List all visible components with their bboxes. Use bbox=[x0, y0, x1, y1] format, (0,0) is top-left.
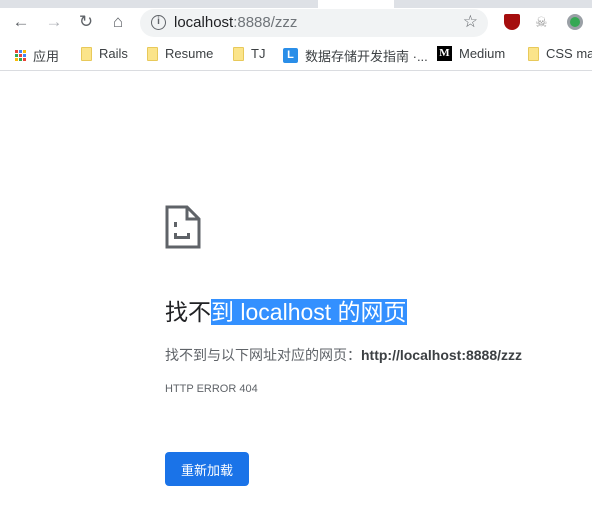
L-site-icon: L bbox=[283, 48, 298, 63]
folder-icon bbox=[528, 46, 539, 61]
bookmark-storage-guide[interactable]: L 数据存储开发指南 ·... bbox=[283, 46, 428, 65]
skull-extension-icon[interactable]: ☠ bbox=[535, 14, 551, 30]
error-description: 找不到与以下网址对应的网页：http://localhost:8888/zzz bbox=[165, 347, 523, 363]
folder-icon bbox=[147, 46, 158, 61]
folder-icon bbox=[81, 46, 92, 61]
error-code: HTTP ERROR 404 bbox=[165, 383, 258, 395]
reload-button[interactable]: 重新加载 bbox=[165, 452, 249, 486]
status-extension-icon[interactable] bbox=[567, 14, 583, 30]
address-url[interactable]: localhost:8888/zzz bbox=[174, 14, 297, 31]
page-title: 找不到 localhost 的网页 bbox=[165, 299, 407, 325]
apps-grid-icon bbox=[15, 50, 26, 61]
bookmark-rails[interactable]: Rails bbox=[81, 46, 128, 61]
toolbar: ← → ↻ ⌂ i localhost:8888/zzz ☆ ☠ bbox=[0, 8, 592, 38]
info-icon[interactable]: i bbox=[151, 15, 166, 30]
ublock-extension-icon[interactable] bbox=[504, 14, 520, 30]
address-bar[interactable]: i localhost:8888/zzz ☆ bbox=[140, 9, 488, 37]
error-url: http://localhost:8888/zzz bbox=[361, 347, 523, 363]
selected-text: 到 localhost 的网页 bbox=[211, 299, 407, 325]
back-icon[interactable]: ← bbox=[11, 12, 31, 32]
bookmark-css[interactable]: CSS ma bbox=[528, 46, 592, 61]
bookmark-tj[interactable]: TJ bbox=[233, 46, 265, 61]
bookmark-star-icon[interactable]: ☆ bbox=[463, 12, 478, 32]
bookmark-medium[interactable]: M Medium bbox=[437, 46, 505, 61]
bookmark-resume[interactable]: Resume bbox=[147, 46, 213, 61]
forward-icon[interactable]: → bbox=[44, 12, 64, 32]
home-icon[interactable]: ⌂ bbox=[108, 12, 128, 32]
folder-icon bbox=[233, 46, 244, 61]
bookmarks-bar: 应用 Rails Resume TJ L 数据存储开发指南 ·... M Mediu… bbox=[0, 38, 592, 71]
reload-icon[interactable]: ↻ bbox=[76, 12, 96, 32]
active-tab[interactable] bbox=[318, 0, 394, 8]
bookmark-apps[interactable]: 应用 bbox=[15, 46, 59, 65]
tab-strip bbox=[0, 0, 592, 8]
sad-page-icon bbox=[165, 205, 201, 254]
medium-icon: M bbox=[437, 46, 452, 61]
